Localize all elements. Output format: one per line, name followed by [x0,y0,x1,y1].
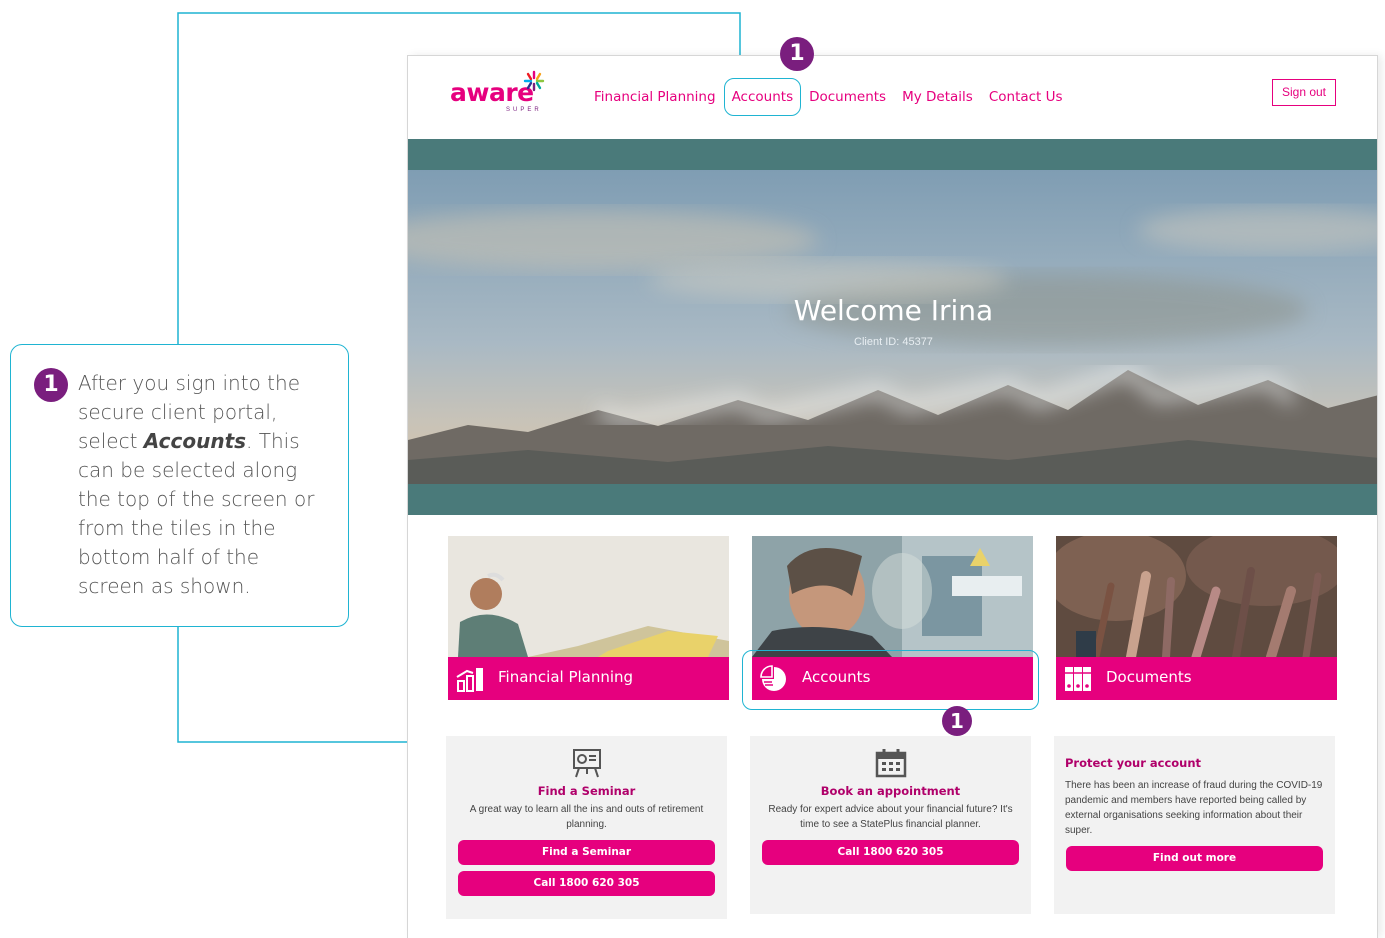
step-marker-tiles: 1 [942,706,972,736]
card-title: Book an appointment [820,784,961,798]
hero-banner: Welcome Irina Client ID: 45377 [408,139,1377,515]
calendar-icon [875,749,906,778]
nav-my-details[interactable]: My Details [894,87,981,116]
card-title: Find a Seminar [537,784,636,798]
call-button[interactable]: Call 1800 620 305 [762,840,1019,865]
presentation-board-icon [572,749,601,778]
nav-contact-us[interactable]: Contact Us [981,87,1071,116]
card-find-seminar: Find a Seminar A great way to learn all … [446,736,727,919]
step-marker-top: 1 [780,37,814,71]
find-out-more-button[interactable]: Find out more [1066,846,1323,871]
card-description: A great way to learn all the ins and out… [469,804,704,830]
tile-photo-man [448,536,729,657]
accounts-tile-highlight [742,650,1039,710]
card-book-appointment: Book an appointment Ready for expert adv… [750,736,1031,914]
call-button[interactable]: Call 1800 620 305 [458,871,715,896]
step-badge: 1 [34,368,68,402]
tile-photo-woman [752,536,1033,657]
client-id: Client ID: 45377 [854,336,933,348]
main-nav: Financial Planning Accounts Documents My… [586,78,1071,116]
bar-chart-icon [456,668,483,692]
sign-out-button[interactable]: Sign out [1272,79,1336,106]
nav-accounts[interactable]: Accounts [723,78,802,116]
aware-super-logo[interactable]: aware SUPER [450,70,550,113]
nav-financial-planning[interactable]: Financial Planning [586,87,724,116]
find-seminar-button[interactable]: Find a Seminar [458,840,715,865]
tile-financial-planning[interactable]: Financial Planning [448,536,729,700]
tile-label: Documents [1106,668,1192,686]
mountain-hero-image [408,170,1377,484]
starburst-icon [523,70,545,92]
card-description: Ready for expert advice about your finan… [768,804,1013,830]
card-description: There has been an increase of fraud duri… [1065,780,1323,836]
card-title: Protect your account [1065,756,1202,770]
nav-documents[interactable]: Documents [801,87,894,116]
instruction-text: After you sign into the secure client po… [78,371,315,598]
portal-header: aware SUPER Financial Planning Accounts … [408,56,1377,139]
tile-documents[interactable]: Documents [1056,536,1337,700]
client-portal-screenshot: aware SUPER Financial Planning Accounts … [407,55,1378,938]
welcome-heading: Welcome Irina [793,294,994,327]
card-protect-account: Protect your account There has been an i… [1054,736,1335,914]
tile-label: Financial Planning [498,668,634,686]
tile-photo-brushes [1056,536,1337,657]
instruction-callout: 1 After you sign into the secure client … [10,344,349,627]
binders-icon [1065,667,1091,691]
